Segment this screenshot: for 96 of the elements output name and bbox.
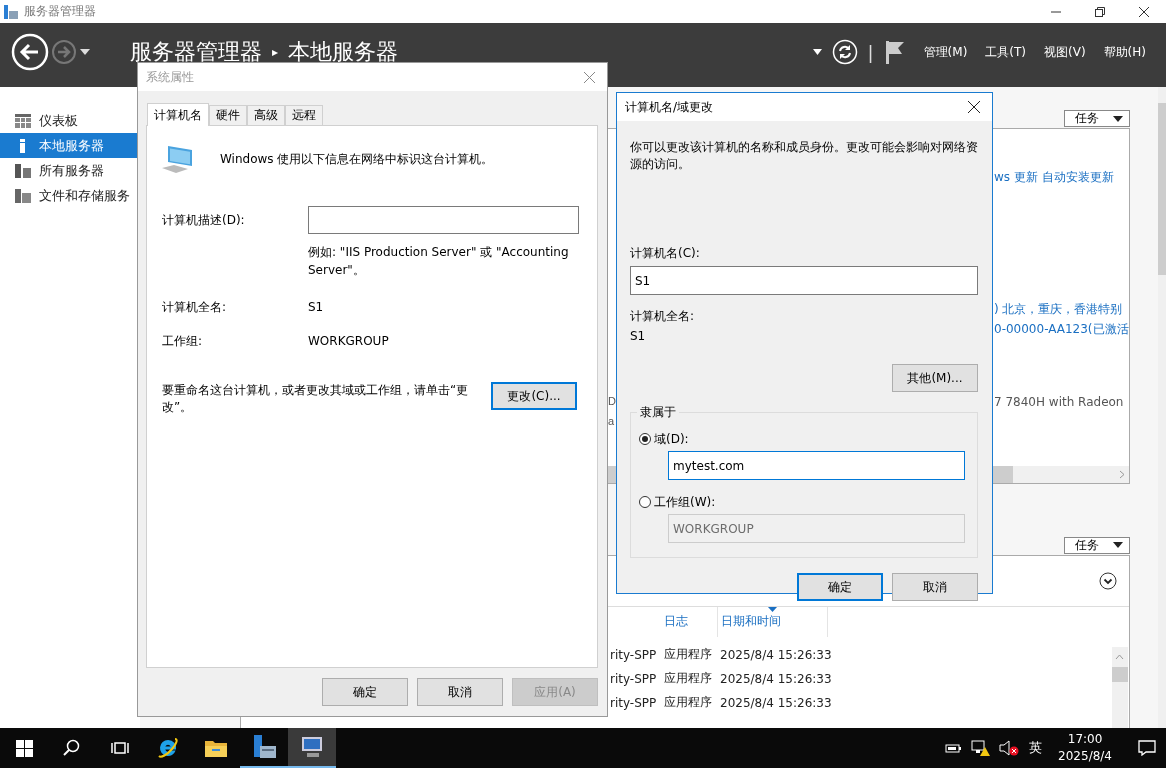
browser-icon	[156, 736, 180, 760]
sort-icon	[768, 606, 777, 612]
dialog-title: 系统属性	[146, 68, 194, 86]
field-label: 计算机全名:	[630, 307, 696, 325]
tasks-dropdown[interactable]: 任务	[1063, 536, 1130, 554]
back-button[interactable]	[11, 33, 49, 71]
divider: |	[867, 41, 874, 63]
computer-icon	[299, 735, 325, 759]
dashboard-icon	[15, 113, 31, 128]
description-text: 你可以更改该计算机的名称和成员身份。更改可能会影响对网络资源的访问。	[630, 139, 978, 173]
tasks-dropdown[interactable]: 任务	[1063, 110, 1130, 127]
more-button[interactable]: 其他(M)...	[892, 364, 978, 392]
folder-icon	[15, 188, 31, 203]
tab[interactable]: 远程	[285, 105, 323, 125]
breadcrumb-root[interactable]: 服务器管理器	[130, 39, 262, 65]
field-label: 工作组:	[162, 332, 204, 350]
restore-icon[interactable]	[1095, 6, 1105, 17]
close-icon[interactable]	[968, 101, 980, 113]
breadcrumb-current: 本地服务器	[288, 39, 399, 65]
dialog-button[interactable]: 确定	[322, 678, 408, 706]
table-cell-text: 应用程序	[664, 670, 713, 688]
server-manager-icon	[251, 734, 277, 760]
field-value: WORKGROUP	[308, 334, 389, 348]
sidebar-item[interactable]: 仪表板	[0, 108, 140, 133]
field-value: S1	[630, 329, 646, 343]
speaker-muted-icon[interactable]	[999, 739, 1020, 757]
table-cell-text: 2025/8/4 15:26:33	[720, 647, 833, 662]
radio-button[interactable]	[639, 496, 651, 508]
column-header[interactable]: 日志	[661, 606, 718, 637]
group-legend: 隶属于	[637, 404, 679, 421]
property-link[interactable]: ws 更新 自动安装更新	[994, 167, 1114, 187]
clock[interactable]: 17:00 2025/8/4	[1058, 731, 1112, 765]
tab[interactable]: 高级	[247, 105, 285, 125]
field-value: S1	[308, 300, 324, 314]
property-value: a	[608, 414, 615, 429]
tab[interactable]: 硬件	[209, 105, 247, 125]
task-view-icon[interactable]	[111, 740, 129, 756]
dialog-button[interactable]: 取消	[417, 678, 503, 706]
intro-text: Windows 使用以下信息在网络中标识这台计算机。	[220, 150, 494, 168]
table-cell-text: rity-SPP	[610, 647, 658, 662]
app-icon	[4, 4, 18, 19]
sidebar-item[interactable]: 文件和存储服务	[0, 183, 140, 208]
property-link[interactable]: ) 北京，重庆，香港特别	[994, 299, 1123, 319]
caret-icon	[1112, 115, 1123, 122]
refresh-icon[interactable]	[831, 39, 858, 65]
dialog-button[interactable]: 确定	[797, 573, 883, 601]
windows-logo-icon[interactable]	[15, 739, 33, 757]
network-warning-icon[interactable]	[971, 739, 992, 757]
input-method-indicator[interactable]: 英	[1029, 739, 1043, 757]
sidebar-item[interactable]: 本地服务器	[0, 133, 140, 158]
table-cell-text: 2025/8/4 15:26:33	[720, 671, 833, 686]
table-cell-text: 2025/8/4 15:26:33	[720, 695, 833, 710]
servers-icon	[15, 163, 31, 178]
dialog-title: 计算机名/域更改	[625, 98, 714, 116]
expand-icon[interactable]	[1098, 571, 1117, 590]
close-icon[interactable]	[1139, 6, 1149, 17]
field-label: 计算机描述(D):	[162, 211, 246, 229]
dialog-button[interactable]: 取消	[892, 573, 978, 601]
taskbar-app[interactable]	[288, 728, 336, 768]
radio-option[interactable]: 域(D):	[639, 429, 961, 449]
caret-icon[interactable]	[79, 48, 91, 56]
sidebar-item[interactable]: 所有服务器	[0, 158, 140, 183]
property-value: 7 7840H with Radeon	[994, 394, 1124, 411]
menu-item[interactable]: 工具(T)	[985, 43, 1027, 61]
tab[interactable]: 计算机名	[147, 103, 209, 126]
flag-icon[interactable]	[883, 40, 906, 64]
folder-icon	[204, 738, 228, 758]
power-icon[interactable]	[945, 741, 964, 755]
computer-name-field[interactable]: S1	[630, 266, 978, 295]
change-button[interactable]: 更改(C)...	[491, 382, 577, 410]
table-cell-text: rity-SPP	[610, 671, 658, 686]
caret-icon[interactable]	[812, 49, 822, 55]
radio-button[interactable]	[639, 433, 651, 445]
menu-item[interactable]: 视图(V)	[1044, 43, 1086, 61]
domain-field[interactable]: mytest.com	[668, 451, 965, 480]
menu-item[interactable]: 帮助(H)	[1103, 43, 1146, 61]
field-label: 计算机全名:	[162, 298, 228, 316]
menu-item[interactable]: 管理(M)	[923, 43, 968, 61]
table-cell-text: 应用程序	[664, 694, 713, 712]
property-value: D	[608, 394, 616, 409]
caret-icon	[1112, 542, 1123, 549]
window-title: 服务器管理器	[24, 3, 96, 20]
breadcrumb-separator: ▸	[272, 44, 279, 61]
radio-option[interactable]: 工作组(W):	[639, 492, 961, 512]
field-label: 计算机名(C):	[630, 244, 701, 262]
notification-icon[interactable]	[1138, 740, 1156, 756]
property-link[interactable]: 0-00000-AA123(已激活	[994, 319, 1129, 339]
vertical-scrollbar[interactable]	[1111, 646, 1128, 728]
table-cell-text: 应用程序	[664, 646, 713, 664]
table-cell-text: rity-SPP	[610, 695, 658, 710]
column-header[interactable]: 日期和时间	[718, 606, 828, 637]
search-icon[interactable]	[63, 739, 81, 757]
scroll-thumb[interactable]	[1111, 666, 1128, 682]
example-text: 例如: "IIS Production Server" 或 "Accounting Server"。	[308, 244, 570, 279]
rename-hint: 要重命名这台计算机，或者更改其域或工作组，请单击“更改”。	[162, 382, 470, 416]
description-field[interactable]	[308, 206, 579, 234]
